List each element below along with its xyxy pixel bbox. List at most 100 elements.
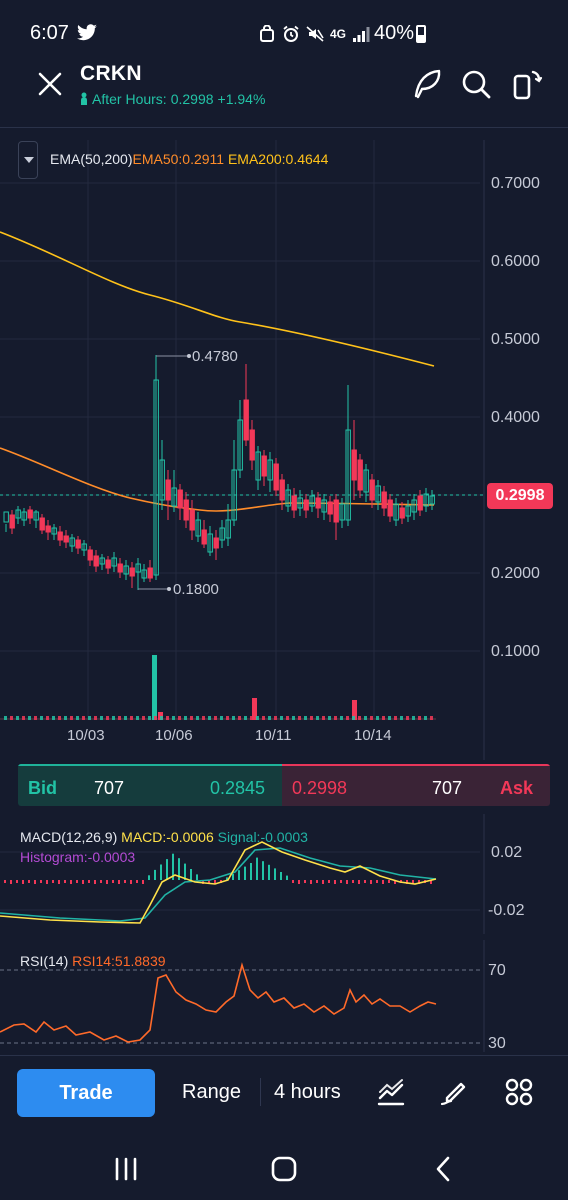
bag-icon: [260, 25, 274, 42]
histogram-bar: [364, 880, 366, 883]
network-type: 4G: [330, 27, 347, 41]
volume-bar: [364, 716, 367, 720]
draw-icon[interactable]: [439, 1076, 471, 1108]
volume-bar: [274, 716, 277, 720]
volume-bar: [190, 716, 193, 720]
status-icons: 4G: [258, 24, 370, 44]
histogram-bar: [268, 864, 270, 880]
candle-body: [399, 507, 405, 519]
close-icon[interactable]: [32, 66, 68, 102]
volume-bar: [304, 716, 307, 720]
ema50-value: EMA50:0.2911: [132, 151, 225, 167]
histogram-bar: [310, 880, 312, 884]
indicator-icon[interactable]: [375, 1076, 407, 1108]
histogram-bar: [130, 880, 132, 884]
volume-bar: [28, 716, 31, 720]
volume-bar: [172, 716, 175, 720]
candle-body: [39, 517, 45, 531]
candle-body: [351, 449, 357, 481]
histogram-bar: [280, 872, 282, 880]
signal-value: Signal:-0.0003: [217, 829, 308, 845]
volume-bar: [106, 716, 109, 720]
rsi-tick: 70: [488, 962, 506, 979]
after-hours-label: After Hours:: [92, 91, 167, 107]
histogram-bar: [376, 880, 378, 883]
candle-body: [189, 509, 195, 531]
volume-bar: [88, 716, 91, 720]
histogram-bar: [316, 880, 318, 883]
interval-button[interactable]: 4 hours: [274, 1081, 341, 1104]
price-tick: 0.1000: [491, 643, 540, 660]
histogram-bar: [148, 875, 150, 880]
back-icon[interactable]: [429, 1154, 459, 1184]
volume-bar: [424, 716, 427, 720]
volume-bar: [76, 716, 79, 720]
volume-bar: [394, 716, 397, 720]
home-icon[interactable]: [269, 1154, 299, 1184]
histogram-bar: [352, 880, 354, 883]
recent-apps-icon[interactable]: [111, 1154, 141, 1184]
rotate-icon[interactable]: [509, 66, 545, 102]
volume-bar: [148, 716, 151, 720]
volume-bar: [382, 716, 385, 720]
toolbar-separator: [260, 1078, 261, 1106]
histogram-value: Histogram:-0.0003: [20, 849, 136, 865]
histogram-bar: [232, 873, 234, 880]
volume-bar: [406, 716, 409, 720]
ask-panel[interactable]: 0.2998 707 Ask: [282, 764, 550, 806]
volume-bar: [136, 716, 139, 720]
volume-bar: [244, 716, 247, 720]
histogram-bar: [286, 875, 288, 880]
ask-price: 0.2998: [292, 778, 348, 798]
ema-legend: EMA(50,200)EMA50:0.2911 EMA200:0.4644: [50, 151, 328, 167]
volume-bar: [232, 716, 235, 720]
status-time: 6:07: [30, 22, 69, 44]
candle-body: [75, 539, 81, 549]
histogram-bar: [328, 880, 330, 883]
bid-label: Bid: [28, 778, 57, 798]
volume-bar: [178, 716, 181, 720]
candle-body: [45, 525, 51, 533]
bid-panel[interactable]: Bid 707 0.2845: [18, 764, 282, 806]
price-chart[interactable]: [0, 140, 568, 760]
bid-ask-bar: Bid 707 0.2845 0.2998 707 Ask: [18, 764, 550, 806]
volume-bar: [22, 716, 25, 720]
after-hours-quote: After Hours: 0.2998 +1.94%: [80, 91, 265, 107]
rsi-tick: 30: [488, 1035, 506, 1052]
volume-bar: [70, 716, 73, 720]
volume-bar: [160, 716, 163, 720]
range-button[interactable]: Range: [182, 1081, 241, 1104]
battery-icon: [416, 25, 426, 43]
histogram-bar: [76, 880, 78, 883]
volume-bar: [34, 716, 37, 720]
histogram-bar: [58, 880, 60, 884]
rsi-name: RSI(14): [20, 953, 69, 969]
volume-bar: [298, 716, 301, 720]
histogram-bar: [154, 869, 156, 880]
volume-bar: [328, 716, 331, 720]
indicator-toggle-button[interactable]: [18, 141, 38, 179]
grid-icon[interactable]: [503, 1076, 535, 1108]
volume-bar: [64, 716, 67, 720]
trade-button[interactable]: Trade: [17, 1069, 155, 1117]
candle-body: [327, 501, 333, 515]
candle-body: [165, 479, 171, 501]
volume-bar: [184, 716, 187, 720]
candle-body: [183, 499, 189, 521]
volume-bar: [334, 716, 337, 720]
volume-bar: [250, 716, 253, 720]
volume-bar: [418, 716, 421, 720]
candle-body: [57, 531, 63, 541]
histogram-bar: [112, 880, 114, 883]
histogram-bar: [16, 880, 18, 883]
search-icon[interactable]: [458, 66, 494, 102]
low-marker-dot: [167, 587, 171, 591]
volume-bar: [214, 716, 217, 720]
volume-bar: [292, 716, 295, 720]
macd-value: MACD:-0.0006: [121, 829, 214, 845]
candle-body: [357, 459, 363, 491]
volume-bar: [166, 716, 169, 720]
volume-bar: [154, 716, 157, 720]
feather-icon[interactable]: [409, 66, 445, 102]
high-marker-dot: [187, 354, 191, 358]
